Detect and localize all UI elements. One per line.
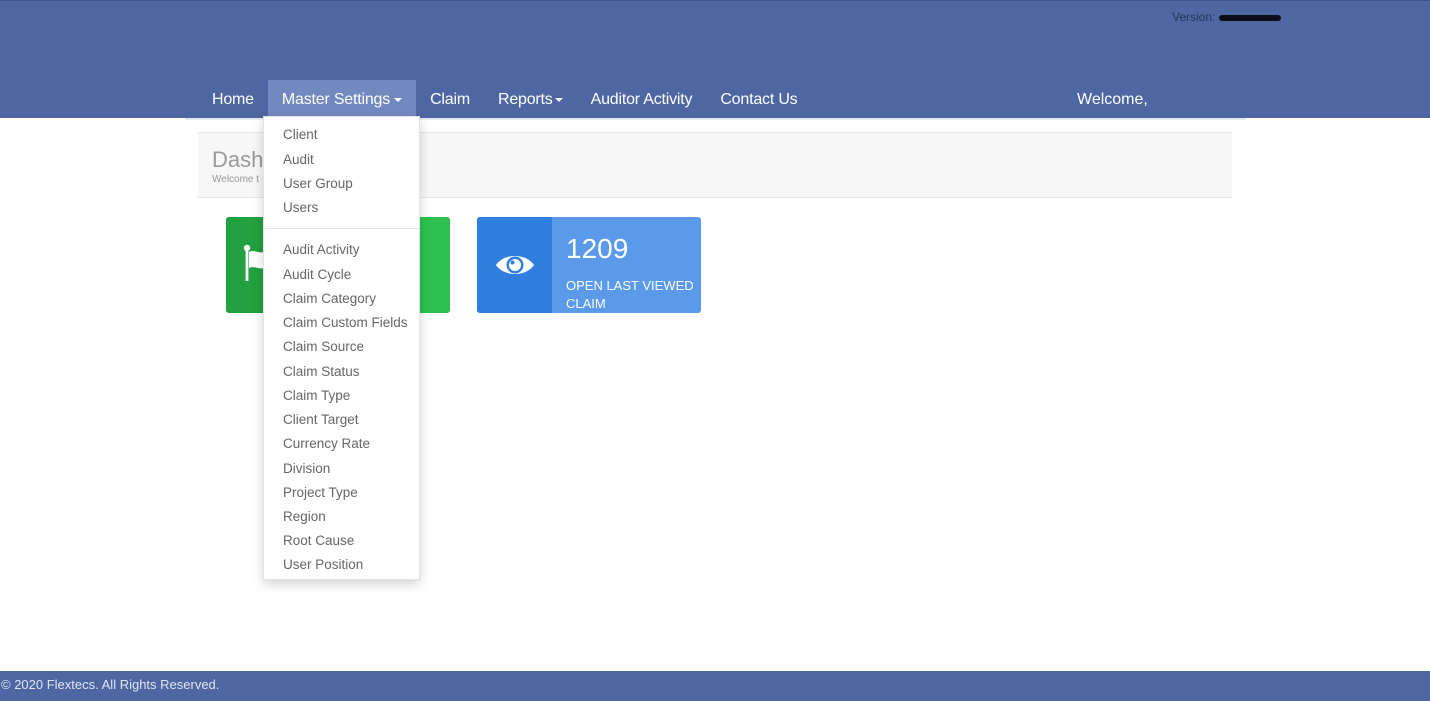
page-title: Dash: [212, 147, 264, 172]
nav-contact-us[interactable]: Contact Us: [706, 80, 811, 119]
welcome-text: Welcome,: [1077, 91, 1148, 108]
nav-master-settings-label: Master Settings: [281, 91, 391, 108]
dropdown-item-audit-cycle[interactable]: Audit Cycle: [283, 267, 351, 282]
dropdown-item-client[interactable]: Client: [283, 127, 318, 142]
last-viewed-claim-tile[interactable]: 1209 OPEN LAST VIEWED CLAIM: [477, 217, 701, 313]
nav-claim[interactable]: Claim: [416, 80, 484, 119]
dropdown-item-claim-category[interactable]: Claim Category: [283, 291, 376, 306]
footer: © 2020 Flextecs. All Rights Reserved.: [0, 671, 1430, 701]
last-viewed-claim-label: OPEN LAST VIEWED CLAIM: [566, 278, 694, 311]
page-subtitle: Welcome t: [212, 174, 260, 185]
dropdown-item-claim-status[interactable]: Claim Status: [283, 364, 360, 379]
dropdown-item-project-type[interactable]: Project Type: [283, 485, 358, 500]
dropdown-item-client-target[interactable]: Client Target: [283, 412, 359, 427]
dropdown-item-user-group[interactable]: User Group: [283, 176, 353, 191]
caret-down-icon: [394, 97, 403, 102]
dropdown-item-claim-custom-fields[interactable]: Claim Custom Fields: [283, 315, 408, 330]
main-nav: Home Master Settings Claim Reports Audit…: [198, 80, 811, 119]
dropdown-divider: [265, 228, 419, 229]
dropdown-item-currency-rate[interactable]: Currency Rate: [283, 436, 370, 451]
dropdown-item-users[interactable]: Users: [283, 200, 318, 215]
nav-home[interactable]: Home: [198, 80, 268, 119]
nav-reports-label: Reports: [497, 91, 553, 108]
dropdown-item-audit-activity[interactable]: Audit Activity: [283, 242, 360, 257]
dropdown-item-root-cause[interactable]: Root Cause: [283, 533, 354, 548]
dropdown-item-region[interactable]: Region: [283, 509, 326, 524]
nav-auditor-activity[interactable]: Auditor Activity: [577, 80, 707, 119]
nav-master-settings[interactable]: Master Settings: [267, 80, 417, 119]
master-settings-dropdown: Client Audit User Group Users Audit Acti…: [263, 116, 420, 580]
dropdown-item-claim-type[interactable]: Claim Type: [283, 388, 350, 403]
version-info: Version:: [1172, 10, 1282, 24]
nav-reports[interactable]: Reports: [484, 80, 577, 119]
last-viewed-claim-number: 1209: [566, 233, 629, 264]
top-header-bar: Version: Home Master Settings Claim Repo…: [0, 0, 1430, 119]
redacted-version-number: [1219, 14, 1282, 21]
dropdown-item-claim-source[interactable]: Claim Source: [283, 339, 364, 354]
caret-down-icon: [554, 97, 563, 102]
dropdown-item-audit[interactable]: Audit: [283, 152, 314, 167]
eye-icon: [496, 256, 534, 274]
last-viewed-icon-box: [477, 217, 552, 313]
version-label: Version:: [1172, 10, 1216, 24]
dropdown-item-division[interactable]: Division: [283, 461, 330, 476]
dropdown-item-user-position[interactable]: User Position: [283, 557, 363, 572]
footer-copyright: © 2020 Flextecs. All Rights Reserved.: [1, 677, 220, 692]
